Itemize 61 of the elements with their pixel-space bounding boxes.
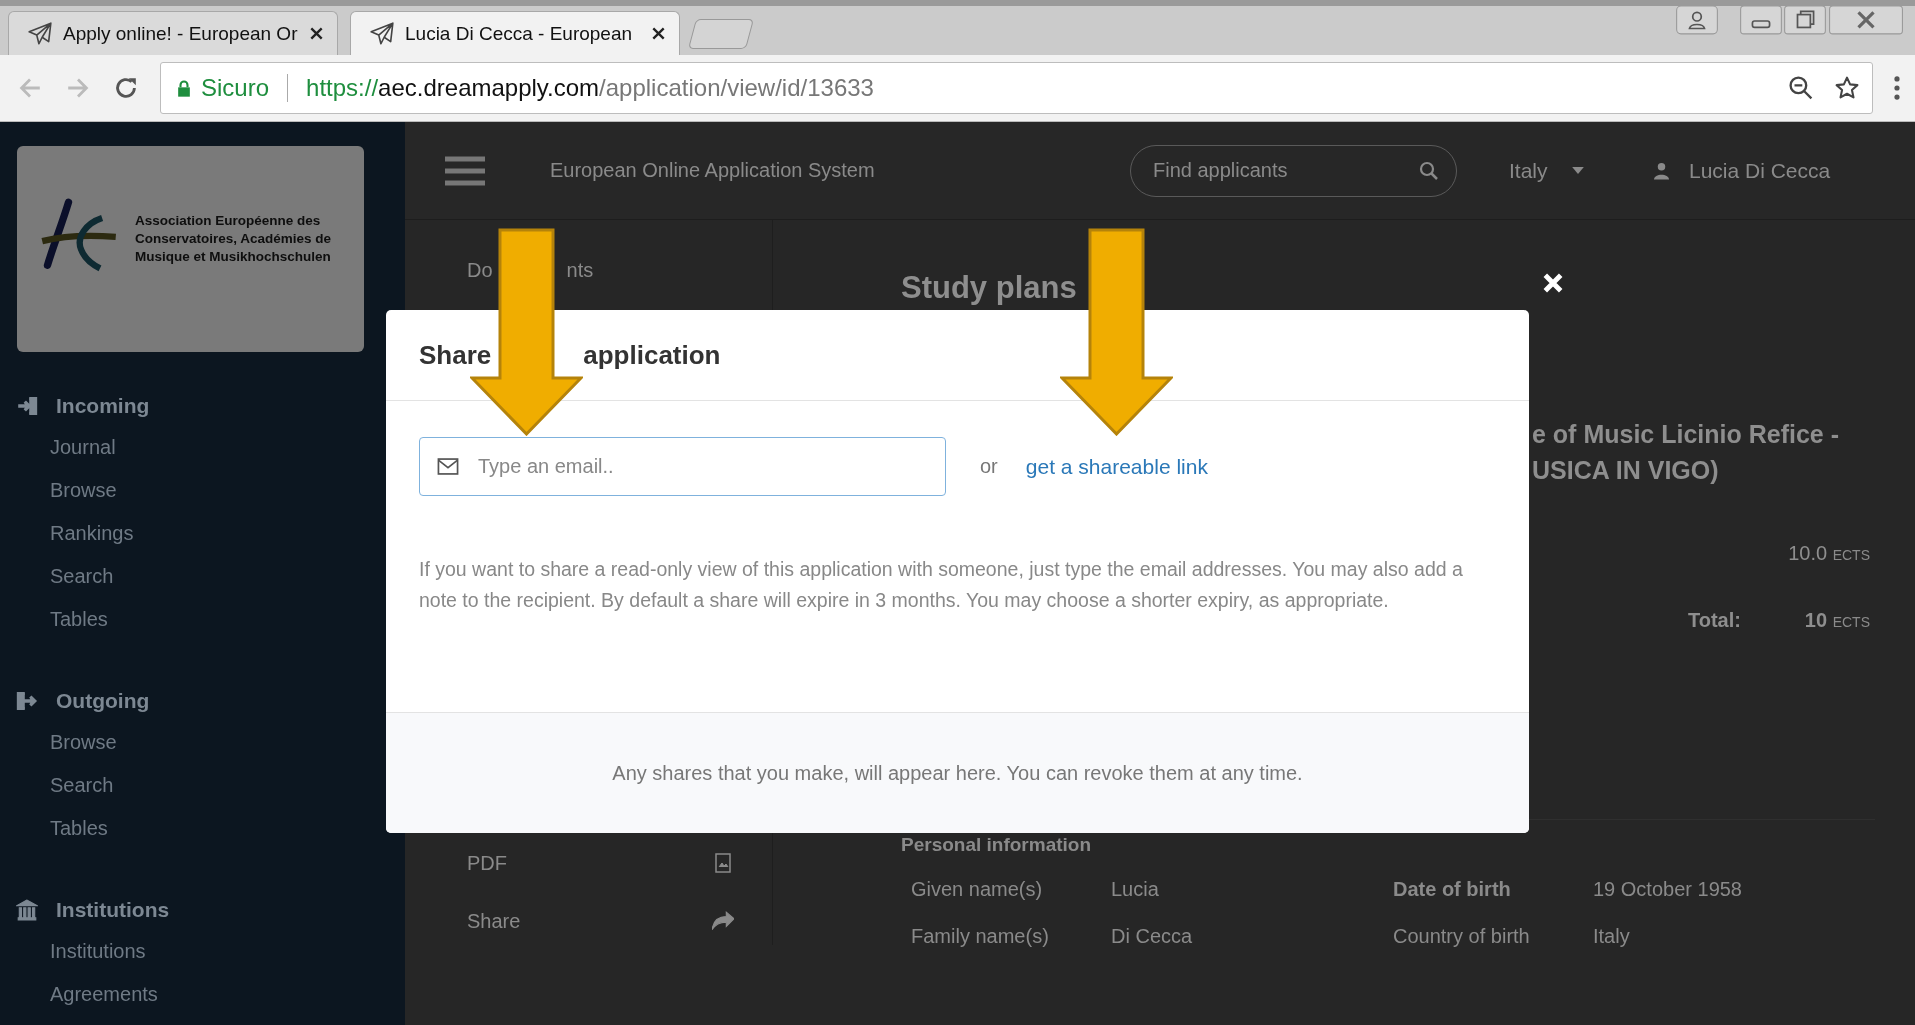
browser-tab[interactable]: Apply online! - European Or [8,11,338,55]
paper-plane-icon [27,20,53,47]
nav-link-text[interactable]: Do [467,258,493,282]
email-field[interactable]: Type an email.. [419,437,946,496]
field-label: Country of birth [1393,925,1531,948]
program-title-text: USICA IN VIGO) [1532,456,1719,485]
lock-icon [177,79,191,97]
address-bar[interactable]: Sicuro https://aec.dreamapply.com/application/view/id/13633 [160,62,1873,114]
sidebar-link[interactable]: Agreements [0,973,405,1016]
search-icon [1419,160,1439,181]
app-title: European Online Application System [550,159,876,182]
envelope-icon [437,458,459,475]
paper-plane-icon [369,20,395,47]
dialog-title: application [583,339,721,371]
search-field[interactable]: Find applicants [1130,144,1457,197]
user-name[interactable]: Lucia Di Cecca [1689,158,1831,183]
field-value: Lucia [1111,878,1159,901]
footer-text: Any shares that you make, will appear here. You can revoke them at any time. [612,761,1303,785]
user-icon [1654,161,1669,180]
total-label: Total: [1688,609,1741,632]
minimize-icon[interactable] [1739,6,1783,36]
description-text: If you want to share a read-only view of this application with someone, just type the email addresses. You may also add a note to the recipient. By default a share will expire in 3 months. You may choose a shorter expiry, as appropriate. [419,557,1464,613]
field-value: Italy [1593,925,1630,948]
field-label: Given name(s) [911,878,1044,901]
field-value: Di Cecca [1111,925,1193,948]
close-icon[interactable] [652,27,665,40]
sign-out-icon [16,690,38,712]
more-menu-icon[interactable] [1893,75,1901,101]
field-value: 19 October 1958 [1593,878,1742,901]
document-icon [712,853,734,873]
shareable-link[interactable]: get a shareable link [1025,454,1208,479]
bank-icon [16,899,38,921]
restore-icon[interactable] [1783,6,1827,36]
nav-link-text[interactable]: PDF [467,851,507,875]
sign-in-icon [16,395,38,417]
field-label: Family name(s) [911,925,1050,948]
nav-link-text[interactable]: Share [467,909,521,933]
dialog-title: Share [419,339,492,371]
logo-text: Association Européenne des Conservatoires, Académies de Musique et Musikhochschulen [135,211,333,267]
star-icon[interactable] [1834,75,1860,101]
nav-link-text[interactable]: nts [566,258,594,282]
close-icon[interactable] [310,27,323,40]
section-title[interactable]: Outgoing [56,689,150,713]
credits-text: 10.0 ECTS [1788,542,1870,565]
share-arrow-icon [712,911,734,931]
program-title-text: e of Music Licinio Refice - [1532,420,1839,449]
country-dropdown[interactable]: Italy [1509,158,1609,183]
caret-icon [1571,167,1584,174]
zoom-out-icon[interactable] [1788,75,1814,101]
field-label: Date of birth [1393,878,1512,901]
or-text: or [980,455,998,478]
section-title: Personal information [900,834,1093,856]
url-text: https://aec.dreamapply.com/application/view/id/13633 [306,74,875,102]
security-label: Sicuro [201,74,270,102]
sidebar-link[interactable]: Institutions [0,930,405,973]
section-title[interactable]: Incoming [56,394,150,418]
total-value: 10 ECTS [1804,609,1870,632]
browser-tab[interactable]: Lucia Di Cecca - European [350,11,680,55]
user-icon[interactable] [1675,6,1719,36]
section-title[interactable]: Institutions [56,898,170,922]
menu-icon[interactable] [445,155,485,186]
